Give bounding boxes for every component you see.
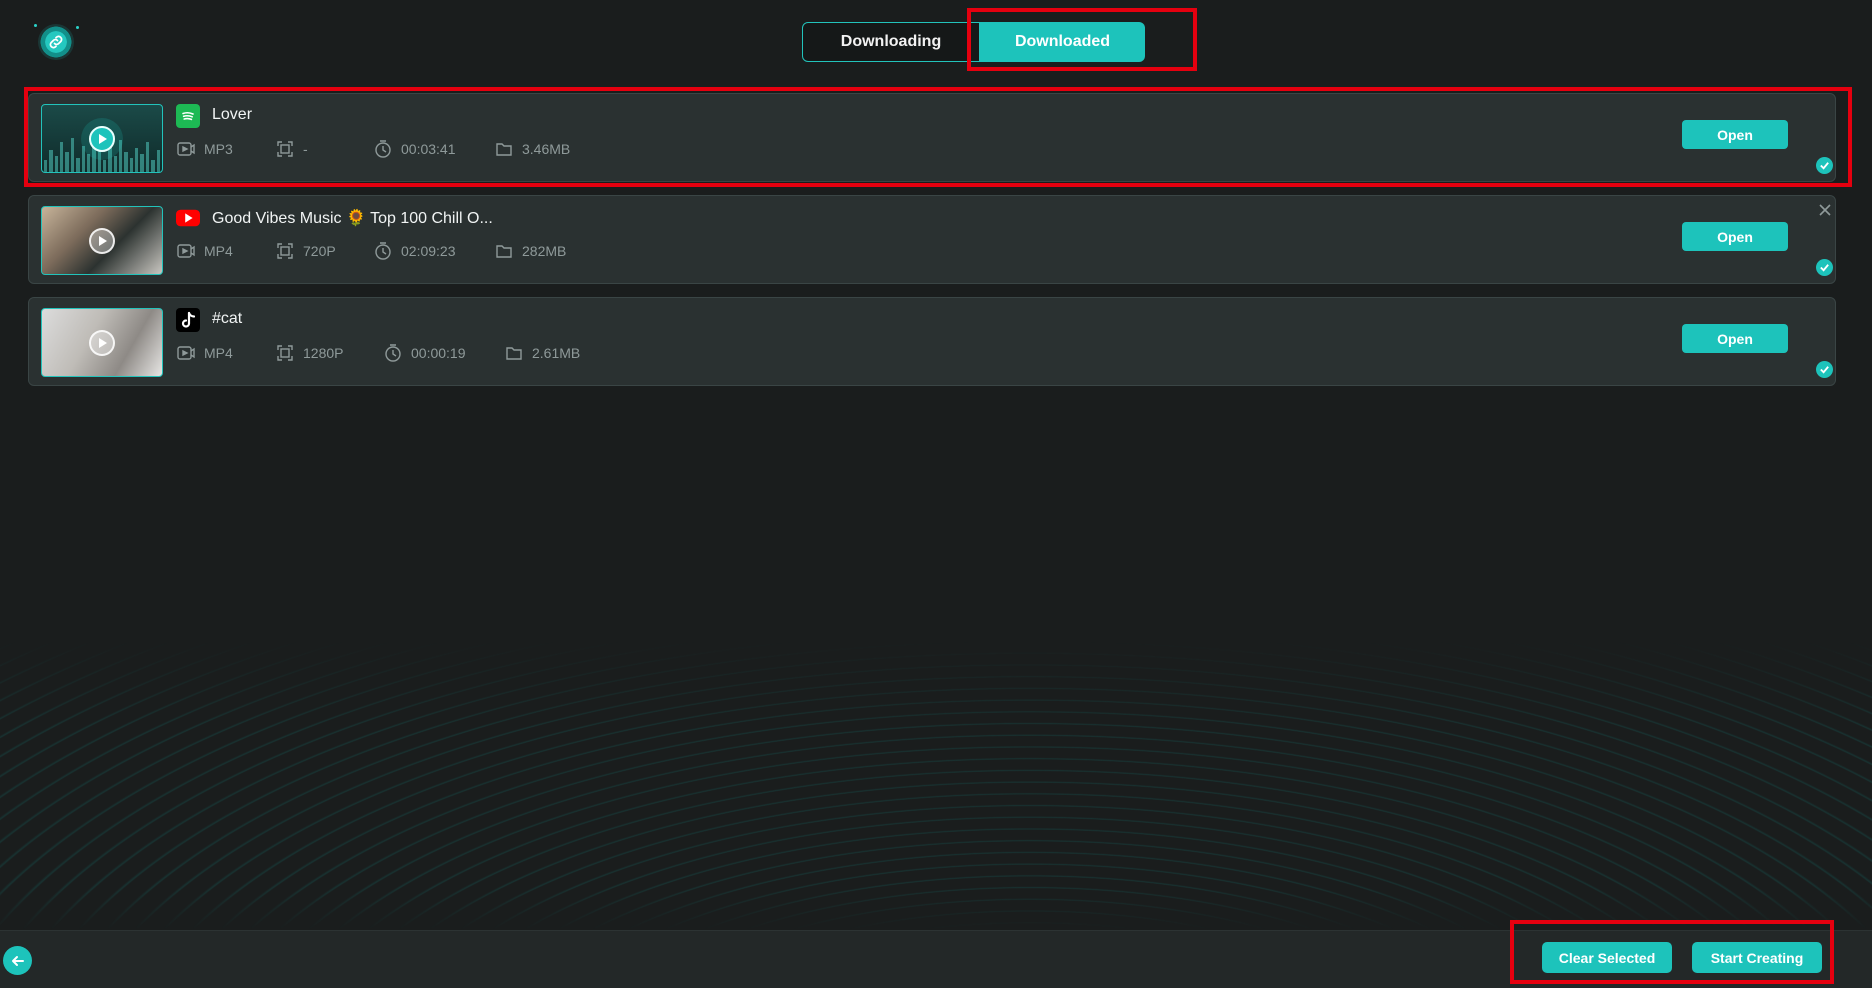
- resolution-info: 1280P: [275, 343, 343, 363]
- clock-icon: [375, 242, 391, 260]
- format-label: MP3: [204, 141, 233, 157]
- resolution-label: -: [303, 141, 308, 157]
- duration-info: 00:00:19: [383, 343, 466, 363]
- clock-icon: [375, 140, 391, 158]
- clear-selected-button[interactable]: Clear Selected: [1542, 942, 1672, 973]
- play-icon[interactable]: [89, 125, 115, 152]
- start-creating-button[interactable]: Start Creating: [1692, 942, 1822, 973]
- clock-icon: [385, 344, 401, 362]
- thumbnail[interactable]: [41, 308, 163, 377]
- resolution-label: 720P: [303, 243, 336, 259]
- size-info: 282MB: [494, 241, 566, 261]
- item-title: Lover: [212, 106, 253, 123]
- open-button[interactable]: Open: [1682, 120, 1788, 149]
- size-info: 2.61MB: [504, 343, 580, 363]
- format-info: MP4: [176, 241, 233, 261]
- resolution-info: -: [275, 139, 308, 159]
- list-item[interactable]: Good Vibes Music 🌻 Top 100 Chill O... MP…: [28, 195, 1836, 284]
- check-icon[interactable]: [1816, 157, 1833, 174]
- play-icon[interactable]: [89, 329, 115, 356]
- resolution-icon: [277, 345, 293, 361]
- item-title: Good Vibes Music 🌻 Top 100 Chill O...: [212, 210, 493, 227]
- back-button[interactable]: [3, 946, 32, 975]
- resolution-icon: [277, 243, 293, 259]
- duration-label: 02:09:23: [401, 243, 456, 259]
- folder-icon: [496, 245, 512, 258]
- footer-bar: Clear Selected Start Creating: [0, 930, 1872, 988]
- youtube-icon: [176, 206, 200, 230]
- arrow-left-icon: [11, 955, 24, 966]
- resolution-label: 1280P: [303, 345, 344, 361]
- format-info: MP4: [176, 343, 233, 363]
- tab-downloaded[interactable]: Downloaded: [980, 22, 1145, 62]
- list-item[interactable]: Lover MP3 - 00:03:41 3.46MB Open: [28, 93, 1836, 182]
- size-info: 3.46MB: [494, 139, 570, 159]
- folder-icon: [496, 143, 512, 156]
- item-title: #cat: [212, 310, 243, 327]
- duration-info: 00:03:41: [373, 139, 456, 159]
- background-wave-pattern: [0, 640, 1872, 930]
- check-icon[interactable]: [1816, 259, 1833, 276]
- duration-label: 00:03:41: [401, 141, 456, 157]
- thumbnail[interactable]: [41, 206, 163, 275]
- video-file-icon: [177, 142, 195, 156]
- size-label: 2.61MB: [532, 345, 581, 361]
- size-label: 3.46MB: [522, 141, 571, 157]
- video-file-icon: [177, 346, 195, 360]
- folder-icon: [506, 347, 522, 360]
- logo-decor-dot: [76, 26, 79, 29]
- play-icon[interactable]: [89, 227, 115, 254]
- tab-downloading[interactable]: Downloading: [802, 22, 980, 62]
- open-button[interactable]: Open: [1682, 324, 1788, 353]
- format-label: MP4: [204, 345, 233, 361]
- duration-label: 00:00:19: [411, 345, 466, 361]
- format-label: MP4: [204, 243, 233, 259]
- app-logo: [38, 24, 74, 60]
- list-item[interactable]: #cat MP4 1280P 00:00:19 2.61MB Open: [28, 297, 1836, 386]
- link-icon: [49, 35, 63, 49]
- close-icon[interactable]: [1817, 202, 1833, 218]
- spotify-icon: [176, 104, 200, 128]
- size-label: 282MB: [522, 243, 567, 259]
- resolution-icon: [277, 141, 293, 157]
- logo-decor-dot: [34, 24, 37, 27]
- video-file-icon: [177, 244, 195, 258]
- check-icon[interactable]: [1816, 361, 1833, 378]
- tiktok-icon: [176, 308, 200, 332]
- format-info: MP3: [176, 139, 233, 159]
- thumbnail[interactable]: [41, 104, 163, 173]
- duration-info: 02:09:23: [373, 241, 456, 261]
- resolution-info: 720P: [275, 241, 336, 261]
- open-button[interactable]: Open: [1682, 222, 1788, 251]
- download-tabs: Downloading Downloaded: [802, 22, 1145, 62]
- downloaded-list: Lover MP3 - 00:03:41 3.46MB Open Good Vi…: [28, 93, 1836, 399]
